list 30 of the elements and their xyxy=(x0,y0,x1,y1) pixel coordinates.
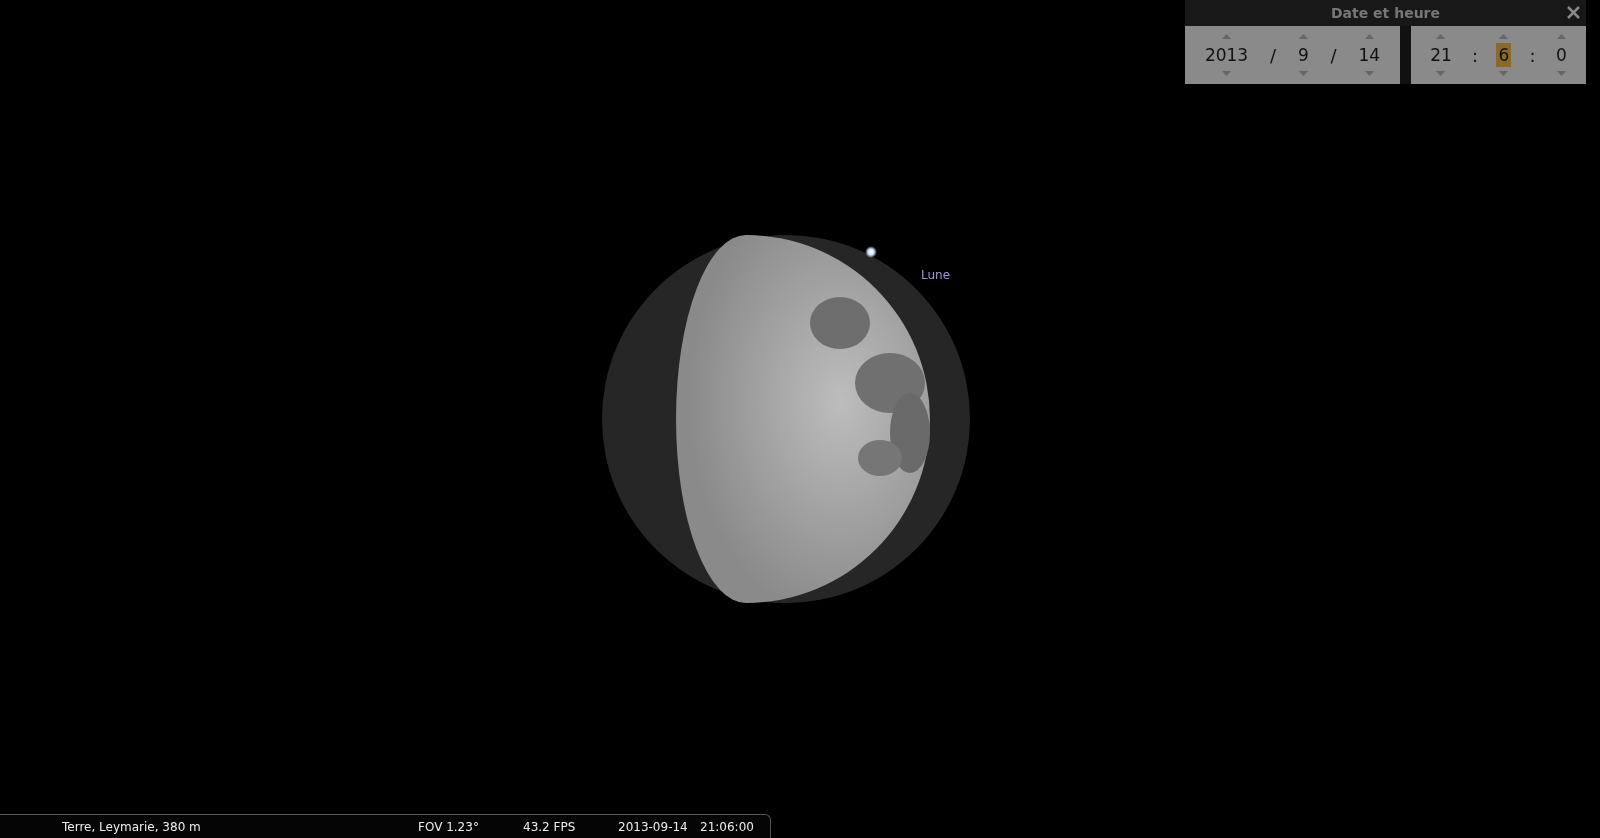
up-arrow-icon[interactable] xyxy=(1364,34,1374,39)
spin-field[interactable]: 0 xyxy=(1553,43,1569,67)
spin-field[interactable]: 14 xyxy=(1356,43,1383,67)
down-arrow-icon[interactable] xyxy=(1499,71,1509,76)
up-arrow-icon[interactable] xyxy=(1556,34,1566,39)
up-arrow-icon[interactable] xyxy=(1436,34,1446,39)
up-arrow-icon[interactable] xyxy=(1222,34,1232,39)
spin-field[interactable]: 9 xyxy=(1295,43,1311,67)
spin-field[interactable]: 6 xyxy=(1496,43,1512,67)
dialog-title: Date et heure xyxy=(1331,5,1440,21)
down-arrow-icon[interactable] xyxy=(1556,71,1566,76)
close-icon[interactable] xyxy=(1567,6,1580,19)
separator: / xyxy=(1270,44,1277,66)
location-text: Terre, Leymarie, 380 m xyxy=(62,819,202,834)
time-text: 21:06:00 xyxy=(700,819,754,834)
separator: : xyxy=(1529,44,1536,66)
spin-field[interactable]: 2013 xyxy=(1202,43,1251,67)
down-arrow-icon[interactable] xyxy=(1298,71,1308,76)
down-arrow-icon[interactable] xyxy=(1364,71,1374,76)
up-arrow-icon[interactable] xyxy=(1499,34,1509,39)
spin-field[interactable]: 21 xyxy=(1428,43,1454,67)
date-text: 2013-09-14 xyxy=(618,819,689,834)
fps-text: 43.2 FPS xyxy=(523,819,577,834)
fov-text: FOV 1.23° xyxy=(418,819,480,834)
down-arrow-icon[interactable] xyxy=(1436,71,1446,76)
up-arrow-icon[interactable] xyxy=(1298,34,1308,39)
separator: : xyxy=(1472,44,1479,66)
down-arrow-icon[interactable] xyxy=(1222,71,1232,76)
separator: / xyxy=(1330,44,1337,66)
object-label: Lune xyxy=(921,268,951,282)
